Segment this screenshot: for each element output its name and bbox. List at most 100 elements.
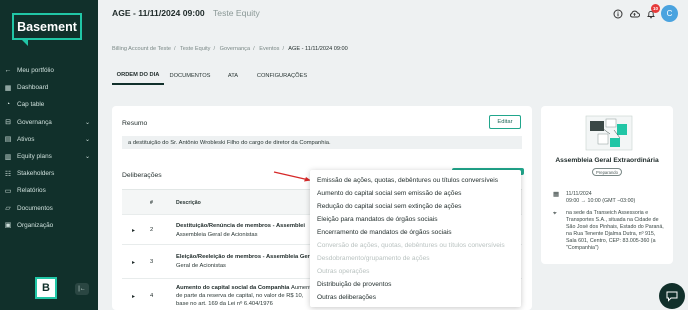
row-title: Eleição/Reeleição de membros - Assemblei…	[176, 254, 310, 260]
sidebar-item-cap-table[interactable]: ◔ Cap table	[0, 96, 98, 113]
menu-item-desdobramento: Desdobramento/grupamento de ações	[317, 255, 430, 262]
tab-ata[interactable]: ATA	[222, 67, 244, 85]
breadcrumb-item[interactable]: Teste Equity	[180, 46, 210, 52]
arrow-left-icon: ←	[4, 67, 12, 75]
org-icon: ▣	[4, 222, 12, 230]
sidebar-item-equity-plans[interactable]: ▥ Equity plans ⌄	[0, 148, 98, 165]
chart-icon: ▥	[4, 153, 12, 161]
event-title: Assembleia Geral Extraordinária	[555, 157, 659, 164]
sidebar-item-label: Relatórios	[17, 187, 46, 195]
row-subtitle: de parte da reserva de capital, no valor…	[176, 293, 304, 299]
event-location: na sede da Transeich Assessoria e Transp…	[566, 210, 664, 251]
status-badge: Preparando	[592, 168, 622, 176]
resumo-heading: Resumo	[122, 120, 148, 127]
tab-configuracoes[interactable]: CONFIGURAÇÕES	[254, 67, 310, 85]
sidebar-item-documentos[interactable]: ▱ Documentos	[0, 200, 98, 217]
app-logo[interactable]: Basement	[12, 13, 82, 40]
row-subtitle: Geral de Acionistas	[176, 263, 226, 269]
tab-ordem-do-dia[interactable]: ORDEM DO DIA	[112, 67, 164, 85]
dashboard-icon: ▦	[4, 84, 12, 92]
menu-item-reducao-capital[interactable]: Redução do capital social sem extinção d…	[317, 203, 461, 210]
report-icon: ▭	[4, 187, 12, 195]
governance-icon: ⊟	[5, 119, 11, 127]
row-title-bold: Aumento do capital social da Companhia	[176, 285, 290, 291]
chat-bubble-icon	[666, 291, 678, 302]
company-badge[interactable]: B	[35, 277, 57, 299]
chevron-down-icon: ⌄	[84, 119, 90, 126]
chat-support-button[interactable]	[659, 283, 685, 309]
sidebar-item-ativos[interactable]: ▤ Ativos ⌄	[0, 131, 98, 148]
menu-item-conversao-acoes: Conversão de ações, quotas, debêntures o…	[317, 242, 505, 249]
deliberacoes-heading: Deliberações	[122, 172, 162, 179]
breadcrumb-current: AGE - 11/11/2024 09:00	[288, 46, 348, 52]
sidebar: Basement ← Meu portfólio ▦ Dashboard ◔ C…	[0, 0, 98, 310]
summary-text: a destituição do Sr. Antônio Wrobleski F…	[122, 136, 522, 149]
breadcrumb-item[interactable]: Billing Account de Teste	[112, 46, 171, 52]
sidebar-item-stakeholders[interactable]: ☷ Stakeholders	[0, 165, 98, 182]
info-icon[interactable]	[612, 8, 623, 19]
sidebar-item-label: Meu portfólio	[17, 67, 54, 75]
cloud-upload-icon[interactable]	[629, 8, 640, 19]
event-illustration	[585, 115, 633, 151]
column-header-description: Descrição	[176, 200, 201, 206]
chevron-down-icon: ⌄	[84, 154, 90, 161]
sidebar-item-portfolio[interactable]: ← Meu portfólio	[0, 62, 98, 79]
menu-item-eleicao-mandatos[interactable]: Eleição para mandatos de órgãos sociais	[317, 216, 438, 223]
edit-button[interactable]: Editar	[489, 115, 521, 129]
chevron-down-icon: ⌄	[84, 136, 90, 143]
menu-item-aumento-capital[interactable]: Aumento do capital social sem emissão de…	[317, 190, 461, 197]
tab-bar: ORDEM DO DIA DOCUMENTOS ATA CONFIGURAÇÕE…	[112, 67, 672, 85]
row-title: Aumento do capital social da Companhia A…	[176, 285, 311, 291]
company-name: Teste Equity	[213, 8, 260, 18]
sidebar-item-label: Stakeholders	[17, 170, 55, 178]
logo-tail-decoration	[22, 40, 28, 46]
breadcrumb-item[interactable]: Eventos	[259, 46, 279, 52]
column-header-number: #	[150, 200, 153, 206]
sidebar-item-label: Governança	[17, 118, 52, 126]
event-date: 11/11/2024	[566, 191, 592, 197]
top-bar: AGE - 11/11/2024 09:00 Teste Equity 10 C	[98, 0, 688, 27]
assets-icon: ▤	[4, 136, 12, 144]
event-time: 09:00 → 10:00 (GMT −03:00)	[566, 198, 636, 204]
row-title-rest: Aument	[291, 285, 311, 291]
sidebar-item-label: Cap table	[17, 101, 45, 109]
breadcrumb: Billing Account de Teste / Teste Equity / …	[112, 46, 348, 52]
sidebar-item-governanca[interactable]: ⊟ Governança ⌄	[0, 114, 98, 131]
row-number: 2	[150, 227, 154, 233]
row-number: 4	[150, 293, 154, 299]
people-icon: ☷	[4, 170, 12, 178]
sidebar-item-relatorios[interactable]: ▭ Relatórios	[0, 182, 98, 199]
sidebar-item-organizacao[interactable]: ▣ Organização	[0, 217, 98, 234]
expand-caret-icon[interactable]: ▸	[132, 293, 135, 300]
sidebar-item-label: Ativos	[17, 135, 35, 143]
calendar-icon: ▦	[553, 191, 560, 198]
pie-icon: ◔	[5, 101, 11, 109]
page-title: AGE - 11/11/2024 09:00	[112, 8, 205, 18]
deliberation-type-menu: Emissão de ações, quotas, debêntures ou …	[310, 170, 521, 307]
event-card: Assembleia Geral Extraordinária Preparan…	[541, 106, 673, 264]
sidebar-item-label: Organização	[17, 221, 54, 229]
menu-item-outras-operacoes: Outras operações	[317, 268, 370, 275]
menu-item-outras-deliberacoes[interactable]: Outras deliberações	[317, 294, 376, 301]
menu-item-distribuicao-proventos[interactable]: Distribuição de proventos	[317, 281, 391, 288]
row-title: Destituição/Renúncia de membros - Assemb…	[176, 223, 305, 229]
sidebar-item-label: Documentos	[17, 204, 53, 212]
tab-documentos[interactable]: DOCUMENTOS	[167, 67, 213, 85]
expand-caret-icon[interactable]: ▸	[132, 259, 135, 266]
row-number: 3	[150, 259, 154, 265]
notification-count-badge: 10	[651, 4, 660, 13]
menu-item-encerramento-mandatos[interactable]: Encerramento de mandatos de órgãos socia…	[317, 229, 452, 236]
breadcrumb-item[interactable]: Governança	[220, 46, 250, 52]
sidebar-item-label: Dashboard	[17, 84, 49, 92]
avatar[interactable]: C	[661, 5, 678, 22]
red-arrow-annotation	[273, 171, 311, 182]
expand-caret-icon[interactable]: ▸	[132, 227, 135, 234]
sidebar-item-label: Equity plans	[17, 153, 52, 161]
sidebar-item-dashboard[interactable]: ▦ Dashboard	[0, 79, 98, 96]
sidebar-nav: ← Meu portfólio ▦ Dashboard ◔ Cap table …	[0, 62, 98, 234]
row-subtitle-2: base no art. 169 da Lei nº 6.404/1976	[176, 301, 273, 307]
menu-item-emissao-acoes[interactable]: Emissão de ações, quotas, debêntures ou …	[317, 177, 498, 184]
row-subtitle: Assembleia Geral de Acionistas	[176, 232, 258, 238]
collapse-sidebar-button[interactable]: |←	[75, 283, 89, 295]
location-pin-icon: ⌖	[553, 210, 557, 217]
